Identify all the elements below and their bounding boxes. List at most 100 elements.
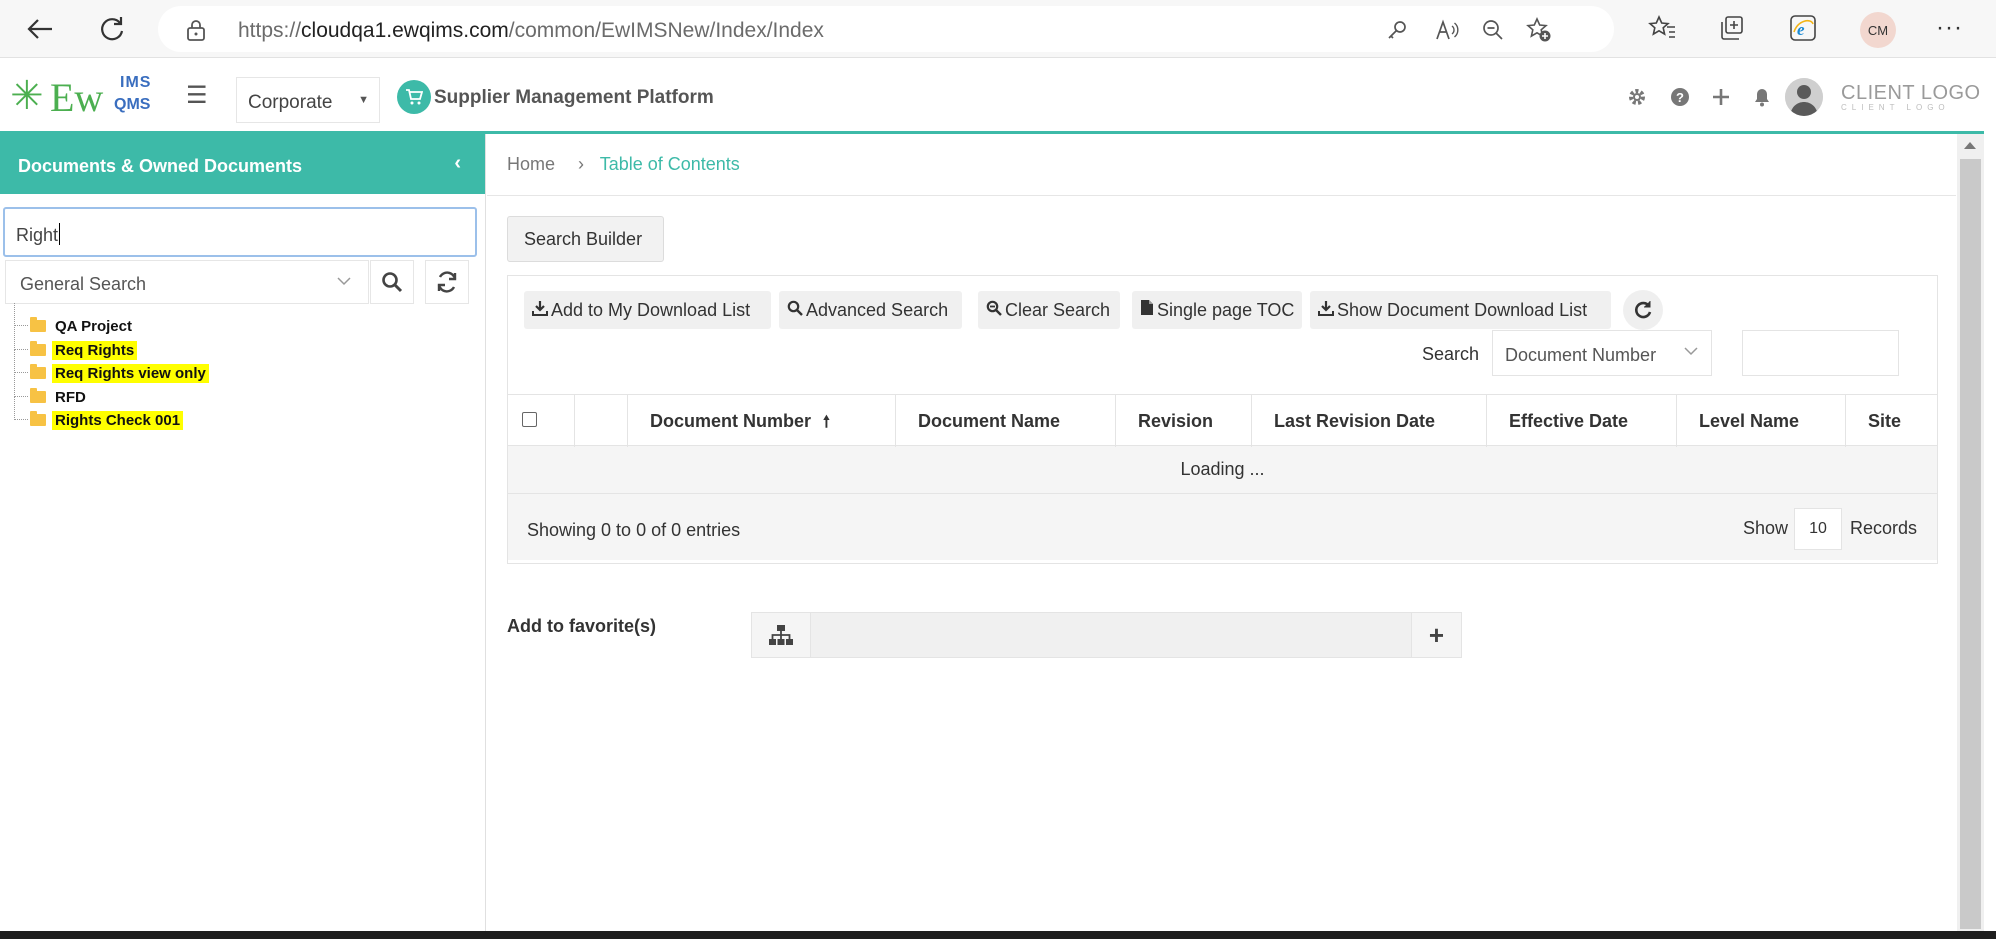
single-page-toc-label: Single page TOC [1157, 299, 1295, 320]
ie-mode-icon[interactable]: e [1786, 11, 1820, 45]
tree-item[interactable]: Rights Check 001 [12, 397, 472, 432]
search-field-select[interactable]: Document Number [1492, 330, 1712, 376]
favorites-label: Add to favorite(s) [507, 616, 657, 636]
select-all-checkbox[interactable] [522, 412, 537, 427]
url-text[interactable]: https://cloudqa1.ewqims.com/common/EwIMS… [238, 19, 824, 43]
client-logo-subtext: CLIENT LOGO [1841, 103, 1950, 112]
search-builder-button[interactable]: Search Builder [507, 216, 664, 262]
tree-item-label[interactable]: Req Rights view only [52, 364, 209, 383]
logo-ew: Ew [50, 75, 104, 120]
chevron-down-icon [1683, 343, 1699, 364]
ewqims-logo[interactable]: ✳ Ew IMS QMS [10, 74, 165, 122]
platform-name[interactable]: Supplier Management Platform [434, 87, 714, 109]
col-last-revision-date[interactable]: Last Revision Date [1252, 395, 1487, 447]
tree-connector [14, 303, 28, 326]
hamburger-menu-icon[interactable]: ☰ [186, 84, 208, 108]
sidebar-refresh-button[interactable] [425, 260, 469, 304]
refresh-button[interactable] [92, 9, 132, 49]
address-bar[interactable]: https://cloudqa1.ewqims.com/common/EwIMS… [158, 6, 1614, 52]
plus-icon[interactable] [1709, 85, 1733, 109]
single-page-toc-button[interactable]: Single page TOC [1132, 291, 1302, 329]
collections-icon[interactable] [1715, 11, 1749, 45]
folder-icon [30, 340, 46, 356]
sidebar-search-value: Right [16, 225, 59, 245]
col-revision[interactable]: Revision [1116, 395, 1252, 447]
tree-connector [14, 350, 28, 373]
download-icon [1318, 300, 1334, 321]
zoom-out-icon[interactable] [1480, 17, 1506, 43]
folder-icon [30, 411, 46, 426]
back-button[interactable] [20, 9, 60, 49]
more-options-icon[interactable]: ··· [1936, 14, 1963, 42]
table-footer: Showing 0 to 0 of 0 entries Show 10 Reco… [508, 494, 1937, 560]
help-icon[interactable]: ? [1668, 85, 1692, 109]
user-avatar[interactable] [1785, 78, 1823, 116]
table-header: Document Number 🠕 Document Name Revision … [508, 394, 1937, 447]
favorites-input-group[interactable]: + [751, 612, 1462, 658]
tree-item[interactable]: Req Rights [12, 326, 472, 362]
select-all-cell [508, 395, 575, 447]
tree-item-label[interactable]: Req Rights [52, 340, 138, 360]
collapse-chevron-icon[interactable]: ‹ [454, 152, 461, 175]
scroll-up-arrow-icon[interactable] [1964, 142, 1976, 149]
advanced-search-button[interactable]: Advanced Search [779, 291, 962, 329]
file-icon [1140, 299, 1154, 321]
tree-item-label[interactable]: RFD [52, 388, 89, 407]
search-type-select[interactable]: General Search [5, 260, 369, 304]
divider [487, 195, 1956, 196]
tree-item[interactable]: Req Rights view only [12, 350, 472, 385]
gear-icon[interactable] [1625, 85, 1649, 109]
tree-item-label[interactable]: QA Project [52, 317, 135, 336]
search-label: Search [1422, 344, 1480, 364]
show-download-list-button[interactable]: Show Document Download List [1310, 291, 1611, 329]
tree-connector [14, 373, 28, 397]
col-level-name[interactable]: Level Name [1677, 395, 1846, 447]
tree-item-label[interactable]: Rights Check 001 [52, 411, 184, 430]
sort-ascending-icon[interactable]: 🠕 [823, 414, 830, 431]
toc-panel: Add to My Download List Advanced Search … [507, 275, 1938, 564]
cart-icon[interactable] [397, 80, 431, 114]
logo-qms: QMS [114, 96, 151, 113]
col-site[interactable]: Site [1846, 395, 1937, 447]
vertical-scrollbar[interactable] [1957, 134, 1984, 931]
hierarchy-button[interactable] [752, 613, 811, 657]
sidebar-search-button[interactable] [370, 260, 414, 304]
search-field-value: Document Number [1505, 345, 1657, 365]
scroll-thumb[interactable] [1960, 159, 1981, 929]
taskbar-edge [0, 931, 1996, 939]
page-size-input[interactable]: 10 [1794, 508, 1842, 550]
add-favorite-button[interactable]: + [1411, 613, 1461, 657]
tree-item[interactable]: RFD [12, 373, 472, 409]
bell-icon[interactable] [1750, 85, 1774, 109]
search-type-value: General Search [20, 274, 147, 294]
folder-icon [30, 317, 46, 332]
plus-icon: + [1428, 619, 1445, 650]
sidebar-header: Documents & Owned Documents ‹ [0, 134, 485, 194]
app-header: ✳ Ew IMS QMS ☰ Corporate ▼ Supplier Mana… [0, 59, 1984, 134]
key-icon[interactable] [1384, 17, 1410, 43]
search-value-input[interactable] [1742, 330, 1899, 376]
add-favorite-icon[interactable] [1526, 17, 1552, 43]
client-logo-text: CLIENT LOGO [1841, 82, 1981, 104]
sidebar: Documents & Owned Documents ‹ Right Gene… [0, 134, 486, 931]
grid-refresh-button[interactable] [1623, 290, 1663, 330]
clear-search-button[interactable]: Clear Search [978, 291, 1120, 329]
search-icon [787, 300, 803, 321]
breadcrumb-home[interactable]: Home [507, 154, 555, 174]
profile-avatar[interactable]: CM [1860, 12, 1896, 48]
tree-connector [14, 326, 28, 350]
favorites-icon[interactable] [1645, 11, 1679, 45]
table-header-blank [575, 395, 628, 447]
read-aloud-icon[interactable] [1434, 17, 1460, 43]
col-effective-date[interactable]: Effective Date [1487, 395, 1677, 447]
add-to-download-list-button[interactable]: Add to My Download List [524, 291, 771, 329]
sidebar-title: Documents & Owned Documents [18, 156, 303, 176]
col-document-number-label: Document Number [650, 411, 812, 431]
tree-item[interactable]: QA Project [12, 303, 472, 338]
col-document-name[interactable]: Document Name [896, 395, 1116, 447]
col-document-number[interactable]: Document Number 🠕 [628, 395, 896, 447]
lock-icon[interactable] [186, 19, 206, 46]
sidebar-search-input[interactable]: Right [3, 207, 477, 257]
organization-select[interactable]: Corporate ▼ [236, 77, 380, 123]
back-arrow-icon [27, 19, 52, 39]
